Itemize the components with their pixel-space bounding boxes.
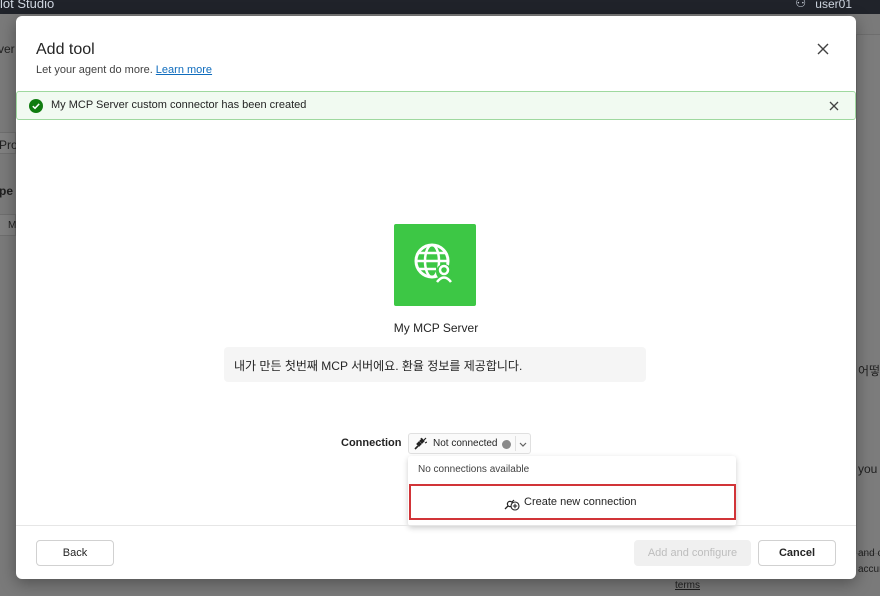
top-bar: lot Studio ⚇ user01 [0, 0, 880, 14]
dismiss-message-button[interactable] [827, 99, 841, 113]
subtitle-text: Let your agent do more. [36, 64, 153, 76]
bg-terms-link: terms [675, 580, 700, 591]
tool-name: My MCP Server [393, 321, 479, 335]
dialog-subtitle: Let your agent do more. Learn more [36, 64, 212, 76]
tool-description: 내가 만든 첫번째 MCP 서버에요. 환율 정보를 제공합니다. [224, 347, 646, 382]
connection-picker[interactable]: Not connected [408, 433, 531, 454]
connection-status: Not connected [433, 438, 498, 449]
user-name: user01 [815, 0, 852, 11]
add-tool-dialog: Add tool Let your agent do more. Learn mo… [16, 16, 856, 579]
success-message-text: My MCP Server custom connector has been … [51, 99, 307, 111]
chevron-down-icon[interactable] [518, 439, 528, 449]
cancel-button[interactable]: Cancel [758, 540, 836, 566]
bg-text: pe [0, 184, 14, 198]
footer-divider [16, 525, 856, 526]
learn-more-link[interactable]: Learn more [156, 64, 212, 76]
create-new-connection-label: Create new connection [524, 496, 637, 508]
bg-right-panel [856, 34, 880, 554]
back-button[interactable]: Back [36, 540, 114, 566]
bg-text: 어떻 [858, 364, 880, 378]
plug-disconnected-icon [414, 437, 427, 450]
connection-label: Connection [341, 437, 402, 449]
app-name: lot Studio [0, 0, 55, 11]
add-and-configure-button[interactable]: Add and configure [634, 540, 751, 566]
close-icon [817, 43, 829, 55]
bg-text: ver [0, 42, 15, 56]
checkmark-circle-icon [29, 99, 43, 113]
create-new-connection-button[interactable]: Create new connection [409, 484, 736, 520]
connection-dropdown: No connections available Create new conn… [408, 456, 736, 526]
no-connections-text: No connections available [418, 464, 530, 475]
status-dot [502, 440, 511, 449]
dialog-title: Add tool [36, 41, 95, 58]
user-icon: ⚇ [795, 0, 806, 10]
bg-text: you [858, 462, 878, 476]
tool-logo [394, 224, 476, 306]
bg-text: and c [858, 548, 880, 559]
picker-divider [515, 436, 516, 451]
add-connection-icon [504, 499, 520, 511]
globe-person-icon [414, 243, 452, 283]
close-dialog-button[interactable] [814, 40, 832, 58]
success-message-bar: My MCP Server custom connector has been … [16, 91, 856, 120]
bg-text: accura [858, 564, 880, 575]
close-icon [829, 101, 839, 111]
